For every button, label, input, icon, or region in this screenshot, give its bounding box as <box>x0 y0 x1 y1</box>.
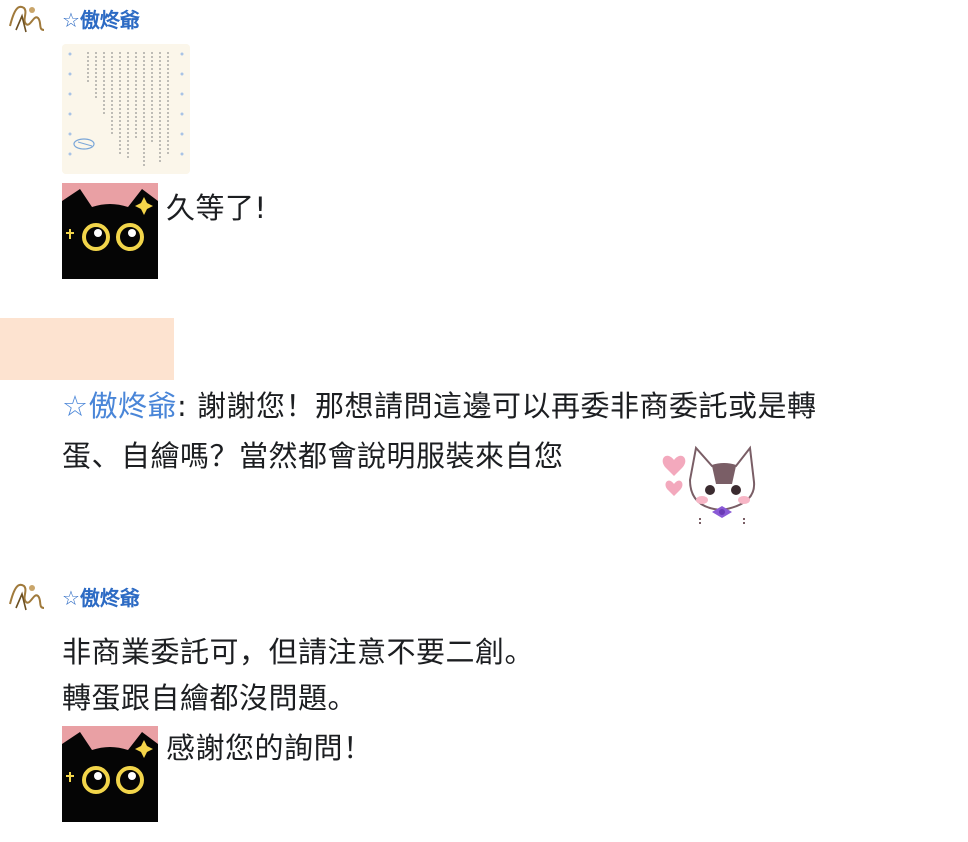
reply-text-2: 蛋、自繪嗎？當然都會說明服裝來自您 <box>62 439 564 473</box>
reply-author-name[interactable]: ☆傲炵爺 <box>62 389 177 423</box>
post-author-name[interactable]: ☆傲炵爺 <box>62 582 140 611</box>
reply-text-1: 謝謝您！那想請問這邊可以再委非商委託或是轉 <box>197 389 817 423</box>
reply-separator: : <box>177 389 197 423</box>
post-text-line-3: 感謝您的詢問！ <box>166 731 373 765</box>
author-avatar-icon[interactable] <box>4 0 48 36</box>
post-text-line-2: 轉蛋跟自繪都沒問題。 <box>62 681 358 715</box>
heart-cat-sticker-icon[interactable] <box>660 440 760 526</box>
reply-line-1: ☆傲炵爺: 謝謝您！那想請問這邊可以再委非商委託或是轉 <box>62 380 962 432</box>
highlight-strip <box>0 318 174 380</box>
post-text-line-1: 非商業委託可，但請注意不要二創。 <box>62 635 535 669</box>
author-avatar-icon[interactable] <box>4 578 48 614</box>
rules-paper-image[interactable] <box>62 44 190 174</box>
cat-sticker-icon[interactable] <box>62 726 158 822</box>
post-author-name[interactable]: ☆傲炵爺 <box>62 4 140 33</box>
post-caption: 久等了! <box>166 191 267 225</box>
cat-sticker-icon[interactable] <box>62 183 158 279</box>
